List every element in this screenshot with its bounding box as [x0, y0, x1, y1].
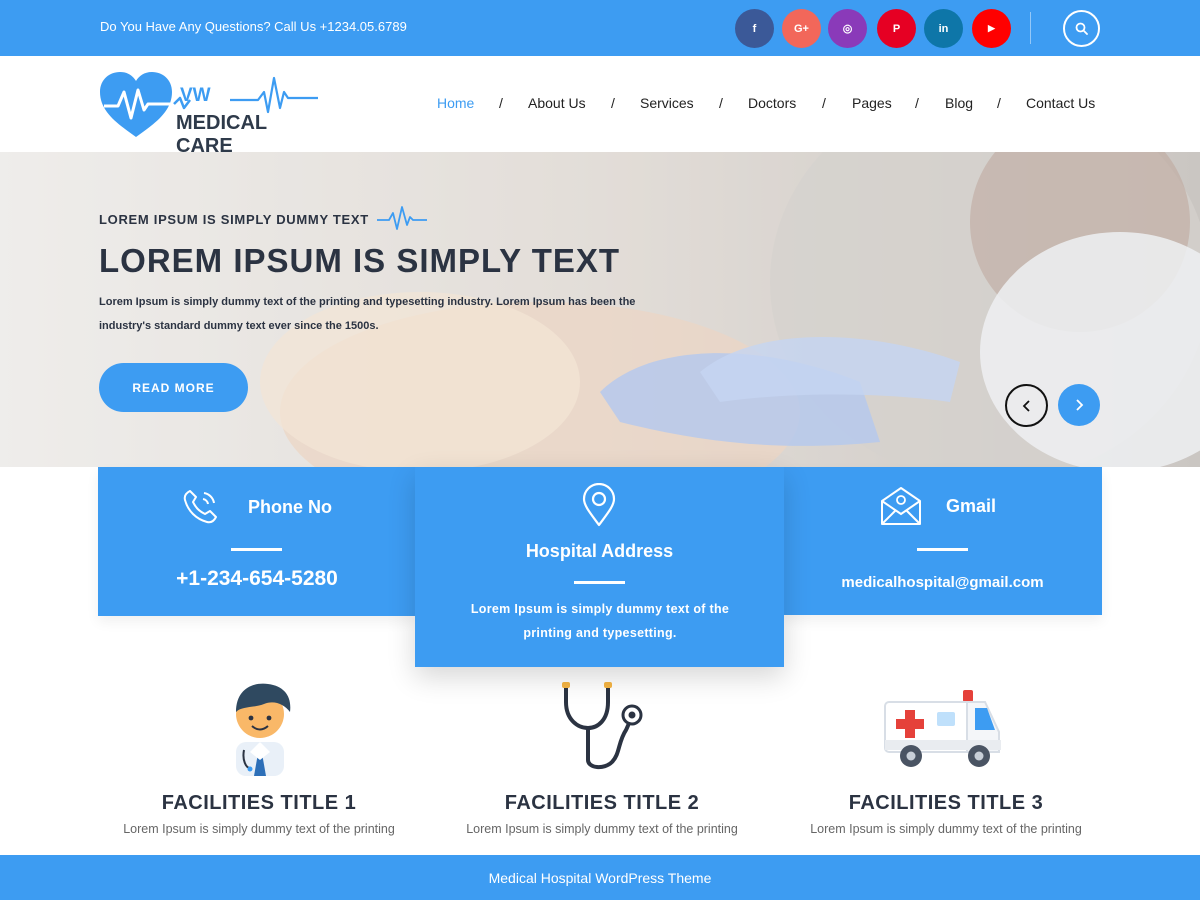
stethoscope-icon [562, 682, 643, 769]
main-nav: Home / About Us / Services / Doctors / P… [0, 95, 1200, 115]
footer-text[interactable]: Medical Hospital WordPress Theme [489, 870, 712, 886]
nav-doctors[interactable]: Doctors [748, 95, 796, 111]
facility-title: FACILITIES TITLE 2 [504, 792, 700, 814]
nav-separator: / [499, 95, 503, 111]
youtube-icon[interactable]: ▶ [972, 9, 1011, 48]
slider-next-button[interactable] [1058, 384, 1100, 426]
location-pin-icon [582, 483, 616, 527]
topbar-divider [1030, 12, 1031, 44]
read-more-button[interactable]: READ MORE [99, 363, 248, 412]
search-icon [1075, 22, 1088, 35]
email-address[interactable]: medicalhospital@gmail.com [783, 574, 1102, 591]
nav-blog[interactable]: Blog [945, 95, 973, 111]
facility-1: FACILITIES TITLE 1 Lorem Ipsum is simply… [94, 678, 424, 848]
facebook-icon[interactable]: f [735, 9, 774, 48]
address-text: Lorem Ipsum is simply dummy text of the … [470, 602, 730, 640]
instagram-icon[interactable]: ◎ [828, 9, 867, 48]
nav-home[interactable]: Home [437, 95, 474, 111]
facility-description: Lorem Ipsum is simply dummy text of the … [123, 822, 395, 836]
nav-pages[interactable]: Pages [852, 95, 892, 111]
hero-slider: LOREM IPSUM IS SIMPLY DUMMY TEXT LOREM I… [0, 152, 1200, 467]
site-header: VW MEDICAL CARE Home / About Us / Servic… [0, 56, 1200, 157]
gmail-card-title: Gmail [946, 496, 997, 516]
pinterest-icon[interactable]: P [877, 9, 916, 48]
hero-description: Lorem Ipsum is simply dummy text of the … [99, 296, 636, 332]
address-card-divider [574, 581, 625, 584]
phone-card-divider [231, 548, 282, 551]
facility-description: Lorem Ipsum is simply dummy text of the … [466, 822, 738, 836]
search-button[interactable] [1063, 10, 1100, 47]
chevron-right-icon [1076, 399, 1084, 411]
facility-2: FACILITIES TITLE 2 Lorem Ipsum is simply… [437, 678, 767, 848]
site-footer: Medical Hospital WordPress Theme [0, 855, 1200, 900]
phone-number[interactable]: +1-234-654-5280 [98, 567, 416, 591]
chevron-left-icon [1022, 399, 1030, 412]
nav-separator: / [611, 95, 615, 111]
facility-title: FACILITIES TITLE 3 [848, 792, 1044, 814]
doctor-icon [236, 683, 291, 776]
nav-about-us[interactable]: About Us [528, 95, 586, 111]
nav-services[interactable]: Services [640, 95, 694, 111]
slider-prev-button[interactable] [1005, 384, 1048, 427]
contact-question-text: Do You Have Any Questions? Call Us +1234… [100, 19, 407, 34]
hero-title: LOREM IPSUM IS SIMPLY TEXT [99, 242, 621, 279]
nav-separator: / [997, 95, 1001, 111]
facility-3: FACILITIES TITLE 3 Lorem Ipsum is simply… [781, 678, 1111, 848]
phone-card: Phone No +1-234-654-5280 [98, 467, 416, 616]
envelope-icon [881, 487, 921, 525]
pulse-wave-icon [377, 206, 427, 230]
phone-icon [183, 490, 217, 524]
ambulance-icon [884, 690, 1001, 767]
address-card-title: Hospital Address [525, 541, 674, 561]
facility-description: Lorem Ipsum is simply dummy text of the … [810, 822, 1082, 836]
hero-subtitle: LOREM IPSUM IS SIMPLY DUMMY TEXT [99, 212, 369, 227]
top-bar: Do You Have Any Questions? Call Us +1234… [0, 0, 1200, 56]
nav-contact-us[interactable]: Contact Us [1026, 95, 1095, 111]
address-card: Hospital Address Lorem Ipsum is simply d… [415, 467, 784, 667]
facility-title: FACILITIES TITLE 1 [161, 792, 357, 814]
google-plus-icon[interactable]: G+ [782, 9, 821, 48]
linkedin-icon[interactable]: in [924, 9, 963, 48]
gmail-card: Gmail medicalhospital@gmail.com [783, 467, 1102, 615]
phone-card-title: Phone No [248, 497, 332, 517]
nav-separator: / [719, 95, 723, 111]
nav-separator: / [915, 95, 919, 111]
nav-separator: / [822, 95, 826, 111]
gmail-card-divider [917, 548, 968, 551]
